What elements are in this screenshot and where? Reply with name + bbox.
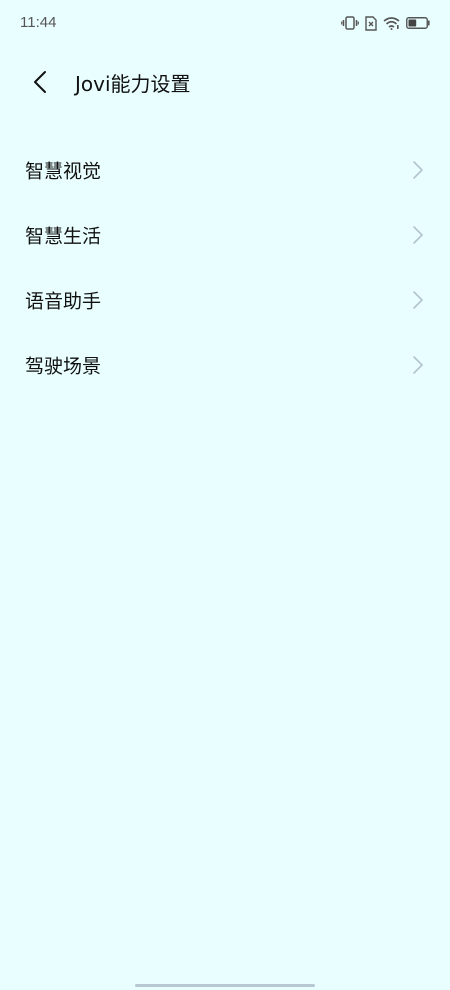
menu-item-voice-assistant[interactable]: 语音助手 xyxy=(0,267,450,332)
status-bar: 11:44 xyxy=(0,0,450,48)
menu-item-label: 智慧视觉 xyxy=(25,160,102,182)
menu-item-label: 语音助手 xyxy=(25,290,102,312)
chevron-right-icon xyxy=(412,225,424,245)
status-icons xyxy=(341,14,430,32)
chevron-right-icon xyxy=(412,160,424,180)
menu-list: 智慧视觉 智慧生活 语音助手 驾驶场景 xyxy=(0,137,450,397)
chevron-right-icon xyxy=(412,355,424,375)
wifi-icon xyxy=(383,16,400,30)
vibrate-icon xyxy=(341,16,359,30)
header: Jovi能力设置 xyxy=(0,60,450,108)
page-title: Jovi能力设置 xyxy=(75,72,191,96)
no-sim-icon xyxy=(365,15,377,31)
back-button[interactable] xyxy=(20,60,60,108)
menu-item-label: 驾驶场景 xyxy=(25,355,102,377)
chevron-left-icon xyxy=(33,70,47,98)
menu-item-smart-life[interactable]: 智慧生活 xyxy=(0,202,450,267)
chevron-right-icon xyxy=(412,290,424,310)
menu-item-driving-scene[interactable]: 驾驶场景 xyxy=(0,332,450,397)
menu-item-smart-vision[interactable]: 智慧视觉 xyxy=(0,137,450,202)
home-indicator[interactable] xyxy=(135,984,315,987)
status-time: 11:44 xyxy=(20,14,57,31)
battery-icon xyxy=(406,17,430,29)
menu-item-label: 智慧生活 xyxy=(25,225,102,247)
